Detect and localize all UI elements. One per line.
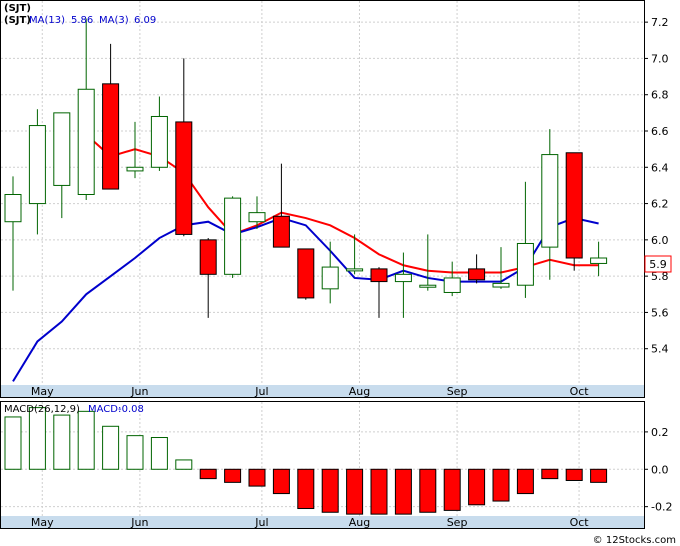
- price-x-tick-label: May: [31, 385, 54, 398]
- macd-bar-negative: [468, 468, 486, 506]
- price-x-tick-label: Jun: [130, 385, 148, 398]
- price-y-tick-label: 6.0: [651, 234, 669, 247]
- macd-y-tick-label: 0.0: [651, 463, 669, 476]
- macd-bar-negative: [443, 468, 461, 511]
- price-x-axis-band: [1, 385, 644, 397]
- macd-bar-positive: [102, 425, 120, 470]
- stock-chart: 5.45.65.86.06.26.46.66.87.07.2 May Jun Jul…: [0, 0, 676, 546]
- candle-body: [394, 273, 412, 283]
- candle-body: [77, 88, 95, 195]
- ma13-label: MA(13): [29, 15, 65, 26]
- candle-body: [565, 152, 583, 259]
- candle-body: [443, 277, 461, 293]
- macd-bar-positive: [77, 410, 95, 470]
- macd-bar-positive: [150, 437, 168, 470]
- candle-body: [248, 212, 266, 223]
- macd-bar-negative: [272, 468, 290, 495]
- watermark: © 12Stocks.com: [593, 535, 676, 546]
- candle-body: [4, 194, 22, 223]
- macd-bar-negative: [199, 468, 217, 480]
- price-y-tick-label: 6.6: [651, 125, 669, 138]
- macd-y-tick-label: -0.2: [651, 501, 672, 514]
- ma3-label: MA(3): [99, 15, 129, 26]
- candle-body: [175, 121, 193, 235]
- candle-body: [541, 154, 559, 248]
- macd-x-tick-label: May: [31, 516, 54, 529]
- price-x-tick-label: Jul: [254, 385, 268, 398]
- candle-body: [199, 239, 217, 275]
- macd-bar-negative: [492, 468, 510, 502]
- macd-name: MACD:: [88, 404, 121, 415]
- macd-bar-negative: [516, 468, 534, 495]
- candle-down: [297, 248, 315, 300]
- macd-x-tick-label: Sep: [447, 516, 468, 529]
- price-y-tick-label: 6.8: [651, 89, 669, 102]
- candle-body: [516, 242, 534, 286]
- candle-body: [419, 284, 437, 288]
- macd-bar-positive: [28, 407, 46, 470]
- ma13-value: 5.86: [71, 15, 93, 26]
- price-y-tick-label: 6.2: [651, 198, 669, 211]
- price-y-tick-label: 6.4: [651, 161, 669, 174]
- price-x-tick-label: Oct: [570, 385, 590, 398]
- price-x-tick-label: Sep: [447, 385, 468, 398]
- last-price-value: 5.9: [649, 258, 667, 271]
- macd-bar-negative: [419, 468, 437, 513]
- macd-bar-positive: [53, 414, 71, 470]
- macd-bar-positive: [4, 416, 22, 470]
- candle-body: [468, 268, 486, 281]
- ticker-label: (SJT): [4, 3, 31, 14]
- macd-bar-negative: [394, 468, 412, 515]
- candle-body: [53, 112, 71, 186]
- candle-body: [150, 115, 168, 168]
- macd-bar-positive: [126, 435, 144, 470]
- price-y-tick-label: 5.4: [651, 343, 669, 356]
- macd-bar-negative: [248, 468, 266, 487]
- ticker-subtitle: (SJT): [4, 15, 31, 26]
- candle-down: [565, 152, 583, 271]
- macd-x-axis-band: [1, 516, 644, 528]
- candle-body: [492, 282, 510, 288]
- price-x-tick-label: Aug: [349, 385, 370, 398]
- candle-body: [126, 166, 144, 172]
- price-y-tick-label: 7.0: [651, 52, 669, 65]
- macd-bar-negative: [224, 468, 242, 483]
- candle-body: [321, 266, 339, 290]
- macd-bar-negative: [346, 468, 364, 515]
- macd-x-tick-label: Oct: [570, 516, 590, 529]
- macd-bar-positive: [175, 459, 193, 470]
- candle-body: [590, 257, 608, 264]
- macd-x-tick-label: Aug: [349, 516, 370, 529]
- candle-up: [224, 196, 242, 278]
- price-y-axis: 5.45.65.86.06.26.46.66.87.07.2: [644, 16, 669, 356]
- macd-bar-negative: [321, 468, 339, 513]
- macd-y-tick-label: 0.2: [651, 426, 669, 439]
- macd-bar-negative: [565, 468, 583, 481]
- candle-body: [102, 83, 120, 190]
- macd-bar-negative: [541, 468, 559, 480]
- macd-bar-negative: [590, 468, 608, 483]
- macd-bar-negative: [370, 468, 388, 515]
- price-y-tick-label: 7.2: [651, 16, 669, 29]
- last-price-badge: 5.9: [644, 255, 672, 273]
- macd-x-tick-label: Jul: [254, 516, 268, 529]
- candle-body: [224, 197, 242, 275]
- candle-body: [272, 215, 290, 248]
- macd-value: -0.08: [118, 404, 144, 415]
- macd-y-axis: -0.2 0.0 0.2: [644, 426, 672, 514]
- candle-body: [297, 248, 315, 299]
- macd-bar-negative: [297, 468, 315, 510]
- macd-x-tick-label: Jun: [130, 516, 148, 529]
- candle-body: [28, 125, 46, 205]
- macd-label: MACD(26,12,9): [4, 404, 80, 415]
- ma3-value: 6.09: [134, 15, 156, 26]
- candle-body: [370, 268, 388, 283]
- candle-body: [346, 268, 364, 272]
- price-y-tick-label: 5.6: [651, 306, 669, 319]
